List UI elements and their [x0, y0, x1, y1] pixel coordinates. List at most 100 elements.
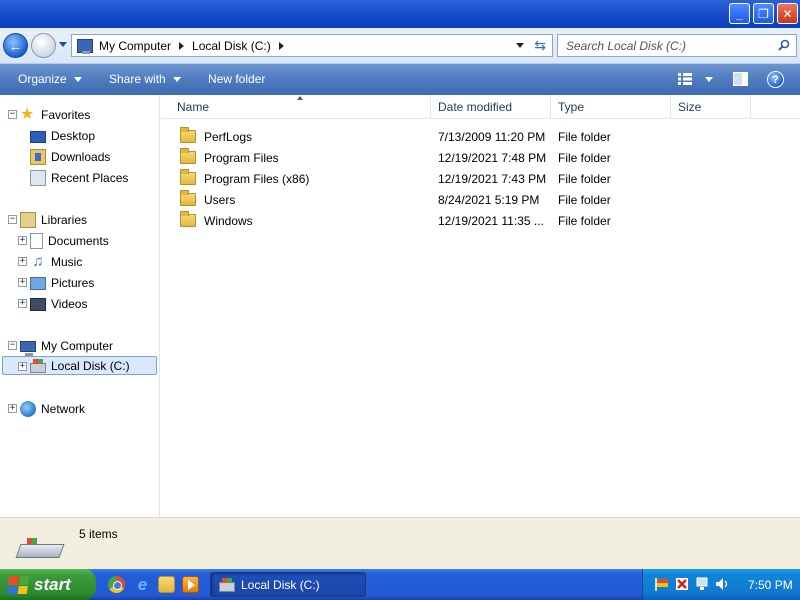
file-type: File folder: [558, 150, 611, 165]
breadcrumb-local-disk[interactable]: Local Disk (C:): [192, 39, 284, 53]
title-bar: _ ❐ ✕: [0, 0, 800, 28]
nav-label: Desktop: [51, 128, 96, 143]
close-button[interactable]: ✕: [777, 3, 798, 24]
view-options-icon[interactable]: [678, 73, 692, 85]
folder-icon: [180, 211, 196, 227]
desktop-icon: [30, 130, 46, 143]
search-input[interactable]: Search Local Disk (C:): [557, 34, 797, 57]
navigation-pane: − ★ Favorites Desktop Downloads Recent P…: [0, 95, 160, 517]
address-history-dropdown[interactable]: [516, 43, 524, 48]
taskbar-local-disk-window[interactable]: Local Disk (C:): [210, 572, 366, 597]
folder-icon: [180, 148, 196, 164]
chevron-right-icon[interactable]: [179, 41, 185, 50]
maximize-button[interactable]: ❐: [753, 3, 774, 24]
nav-documents[interactable]: Documents: [30, 231, 109, 250]
file-type: File folder: [558, 129, 611, 144]
nav-label: My Computer: [41, 338, 114, 353]
file-row[interactable]: Windows 12/19/2021 11:35 ... File folder: [161, 210, 800, 231]
expand-documents[interactable]: +: [18, 236, 27, 245]
file-date: 7/13/2009 11:20 PM: [438, 129, 546, 144]
new-folder-label: New folder: [208, 72, 266, 86]
nav-desktop[interactable]: Desktop: [30, 126, 95, 145]
clock[interactable]: 7:50 PM: [748, 578, 793, 592]
file-row[interactable]: Program Files 12/19/2021 7:48 PM File fo…: [161, 147, 800, 168]
chevron-down-icon: [172, 76, 181, 82]
file-type: File folder: [558, 171, 611, 186]
share-with-label: Share with: [109, 72, 166, 86]
nav-music[interactable]: ♫ Music: [30, 252, 82, 271]
view-dropdown[interactable]: [705, 77, 713, 82]
computer-icon: [77, 39, 93, 54]
address-bar[interactable]: My Computer Local Disk (C:) ⇆: [71, 34, 553, 57]
organize-button[interactable]: Organize: [18, 72, 82, 86]
collapse-favorites[interactable]: −: [8, 110, 17, 119]
file-row[interactable]: Users 8/24/2021 5:19 PM File folder: [161, 189, 800, 210]
file-explorer-icon[interactable]: [158, 576, 175, 593]
start-button[interactable]: start: [0, 569, 96, 600]
expand-network[interactable]: +: [8, 404, 17, 413]
task-label: Local Disk (C:): [241, 577, 320, 592]
refresh-icon[interactable]: ⇆: [534, 37, 546, 54]
local-disk-icon: [219, 578, 235, 592]
file-name-cell: Windows: [180, 210, 253, 231]
file-name-cell: Program Files: [180, 147, 279, 168]
help-button[interactable]: ?: [767, 71, 784, 88]
column-date-modified[interactable]: Date modified: [432, 95, 551, 119]
file-row[interactable]: Program Files (x86) 12/19/2021 7:43 PM F…: [161, 168, 800, 189]
nav-pictures[interactable]: Pictures: [30, 273, 94, 292]
share-with-button[interactable]: Share with: [109, 72, 181, 86]
back-button[interactable]: ←: [3, 33, 28, 58]
search-icon[interactable]: [778, 39, 790, 51]
nav-recent-places[interactable]: Recent Places: [30, 168, 128, 187]
nav-favorites[interactable]: ★ Favorites: [20, 105, 90, 124]
nav-network[interactable]: Network: [20, 399, 85, 418]
details-pane: 5 items: [0, 517, 800, 569]
breadcrumb-my-computer[interactable]: My Computer: [99, 39, 185, 53]
expand-local-disk[interactable]: +: [18, 362, 27, 371]
security-alert-icon[interactable]: [675, 577, 689, 591]
media-player-icon[interactable]: [182, 576, 199, 593]
chrome-icon[interactable]: [108, 576, 125, 593]
collapse-libraries[interactable]: −: [8, 215, 17, 224]
file-name-cell: Program Files (x86): [180, 168, 309, 189]
column-type[interactable]: Type: [552, 95, 671, 119]
chevron-right-icon[interactable]: [278, 41, 284, 50]
file-name: Users: [204, 192, 236, 207]
search-placeholder: Search Local Disk (C:): [566, 38, 687, 53]
file-list: Name Date modified Type Size PerfLogs 7/…: [161, 95, 800, 517]
minimize-button[interactable]: _: [729, 3, 750, 24]
network-status-icon[interactable]: [695, 577, 709, 591]
flag-icon[interactable]: [655, 577, 669, 591]
nav-downloads[interactable]: Downloads: [30, 147, 110, 166]
file-date: 12/19/2021 11:35 ...: [438, 213, 544, 228]
column-size[interactable]: Size: [672, 95, 751, 119]
expand-music[interactable]: +: [18, 257, 27, 266]
volume-icon[interactable]: [715, 577, 729, 591]
recent-pages-dropdown[interactable]: [59, 42, 67, 47]
preview-pane-icon[interactable]: [733, 72, 748, 86]
new-folder-button[interactable]: New folder: [208, 72, 265, 86]
computer-icon: [20, 340, 36, 356]
expand-videos[interactable]: +: [18, 299, 27, 308]
nav-label: Local Disk (C:): [51, 358, 130, 373]
nav-videos[interactable]: Videos: [30, 294, 87, 313]
file-type: File folder: [558, 192, 611, 207]
videos-icon: [30, 298, 46, 311]
internet-explorer-icon[interactable]: e: [134, 576, 151, 593]
collapse-my-computer[interactable]: −: [8, 341, 17, 350]
file-name: Windows: [204, 213, 253, 228]
expand-pictures[interactable]: +: [18, 278, 27, 287]
forward-button[interactable]: [31, 33, 56, 58]
nav-label: Pictures: [51, 275, 95, 290]
start-label: start: [34, 574, 71, 594]
column-name[interactable]: Name: [171, 95, 431, 119]
recent-places-icon: [30, 169, 46, 186]
file-name: Program Files (x86): [204, 171, 310, 186]
music-icon: ♫: [32, 252, 44, 270]
nav-libraries[interactable]: Libraries: [20, 210, 87, 229]
arrow-left-icon: ←: [8, 37, 23, 54]
nav-my-computer[interactable]: My Computer: [20, 336, 114, 356]
file-row[interactable]: PerfLogs 7/13/2009 11:20 PM File folder: [161, 126, 800, 147]
address-row: ← My Computer Local Disk (C:) ⇆ Search L…: [0, 28, 800, 64]
nav-label: Favorites: [41, 107, 91, 122]
